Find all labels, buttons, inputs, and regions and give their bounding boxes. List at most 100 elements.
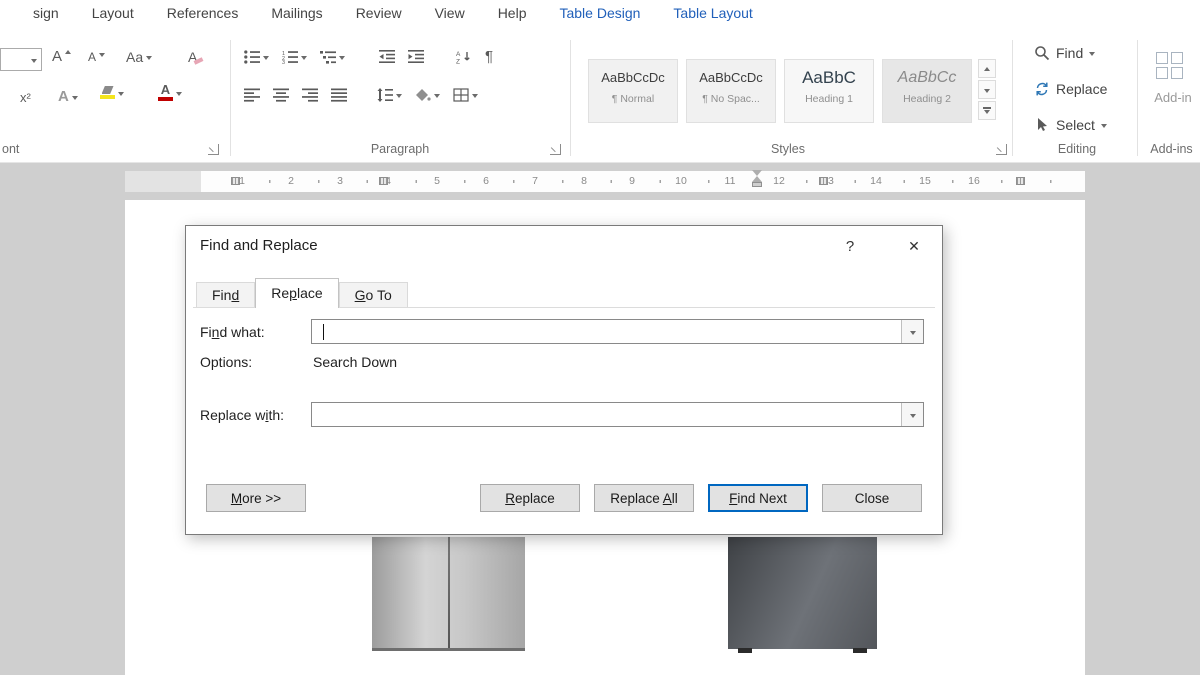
text-effects-button[interactable]: A	[58, 88, 78, 105]
highlight-color-button[interactable]	[100, 86, 124, 99]
more-button[interactable]: More >>	[206, 484, 306, 512]
replace-with-input[interactable]	[314, 404, 894, 425]
style-card-normal[interactable]: AaBbCcDc¶ Normal	[588, 59, 678, 123]
change-case-button[interactable]: Aa	[126, 49, 152, 65]
gallery-scroll-up-button[interactable]	[978, 59, 996, 78]
ruler-number: 11	[725, 175, 736, 187]
font-size-combo[interactable]	[0, 48, 42, 71]
increase-indent-button[interactable]	[408, 50, 424, 64]
label-part: ore >>	[242, 491, 281, 506]
shrink-font-button[interactable]: A	[88, 50, 105, 64]
find-what-combobox	[311, 319, 924, 344]
chevron-down-icon	[72, 96, 78, 100]
word-window: sign Layout References Mailings Review V…	[0, 0, 1200, 675]
style-name: Heading 2	[883, 93, 971, 105]
decrease-indent-button[interactable]	[379, 50, 395, 64]
clear-formatting-button[interactable]: A	[188, 49, 197, 65]
sort-button[interactable]: AZ	[456, 50, 472, 64]
paragraph-row-2	[244, 88, 478, 102]
chevron-down-icon	[910, 331, 916, 335]
paragraph-dialog-launcher[interactable]	[550, 144, 561, 155]
more-bar	[983, 107, 991, 109]
align-right-button[interactable]	[302, 88, 318, 102]
label-part: M	[231, 491, 242, 506]
styles-dialog-launcher[interactable]	[996, 144, 1007, 155]
replace-button-dialog[interactable]: Replace	[480, 484, 580, 512]
table-column-marker[interactable]	[231, 177, 240, 185]
tab-review[interactable]: Review	[356, 5, 402, 21]
left-indent-handle[interactable]	[752, 182, 762, 187]
gallery-scroll-down-button[interactable]	[978, 80, 996, 99]
dialog-help-button[interactable]: ?	[838, 235, 862, 259]
style-preview: AaBbC	[785, 68, 873, 88]
style-card-heading2[interactable]: AaBbCcHeading 2	[882, 59, 972, 123]
highlighter-icon	[100, 86, 115, 99]
document-image-fridge-left[interactable]	[372, 537, 525, 651]
select-button[interactable]: Select	[1034, 117, 1107, 133]
replace-label: Replace	[1056, 81, 1107, 97]
indent-marker[interactable]	[752, 170, 762, 187]
tab-layout[interactable]: Layout	[92, 5, 134, 21]
bullet-list-icon	[244, 50, 260, 64]
tab-references[interactable]: References	[167, 5, 239, 21]
borders-button[interactable]	[453, 88, 478, 102]
table-column-marker[interactable]	[1016, 177, 1025, 185]
replace-with-dropdown-button[interactable]	[901, 403, 923, 426]
highlight-color-bar	[100, 95, 115, 99]
tab-table-layout[interactable]: Table Layout	[673, 5, 752, 21]
add-ins-icon[interactable]	[1156, 52, 1183, 79]
find-button[interactable]: Find	[1034, 45, 1095, 61]
bullets-button[interactable]	[244, 50, 269, 64]
align-center-button[interactable]	[273, 88, 289, 102]
dialog-title[interactable]: Find and Replace	[200, 237, 318, 254]
justify-button[interactable]	[331, 88, 347, 102]
chevron-down-icon	[176, 92, 182, 96]
grid-square	[1156, 67, 1168, 79]
tab-help[interactable]: Help	[498, 5, 527, 21]
dialog-close-icon[interactable]: ✕	[898, 233, 930, 259]
close-button[interactable]: Close	[822, 484, 922, 512]
style-card-no-spacing[interactable]: AaBbCcDc¶ No Spac...	[686, 59, 776, 123]
replace-button[interactable]: Replace	[1034, 81, 1107, 97]
find-next-button[interactable]: Find Next	[708, 484, 808, 512]
font-group-label: ont	[2, 142, 19, 156]
label-part: ind Next	[737, 491, 787, 506]
tab-go-to[interactable]: Go To	[339, 282, 408, 308]
superscript-button[interactable]: x²	[20, 90, 31, 105]
font-color-icon: A	[158, 84, 173, 101]
label-part: p	[289, 285, 297, 301]
find-what-input[interactable]	[314, 321, 894, 342]
table-column-marker[interactable]	[379, 177, 388, 185]
numbering-button[interactable]: 123	[282, 50, 307, 64]
label-part: A	[161, 84, 170, 96]
tab-table-design[interactable]: Table Design	[559, 5, 640, 21]
multilevel-list-button[interactable]	[320, 50, 345, 64]
document-image-fridge-right[interactable]	[728, 537, 877, 649]
font-color-button[interactable]: A	[158, 84, 182, 101]
grow-font-button[interactable]: A	[52, 48, 71, 65]
tab-mailings[interactable]: Mailings	[271, 5, 322, 21]
style-card-heading1[interactable]: AaBbC Heading 1	[784, 59, 874, 123]
tab-design-partial[interactable]: sign	[33, 5, 59, 21]
table-column-marker[interactable]	[819, 177, 828, 185]
dialog-tabs: Find Replace Go To	[196, 278, 408, 308]
show-paragraph-marks-button[interactable]: ¶	[485, 48, 493, 65]
replace-with-label: Replace with:	[200, 407, 284, 423]
align-left-button[interactable]	[244, 88, 260, 102]
tab-find[interactable]: Find	[196, 282, 255, 308]
tab-view[interactable]: View	[435, 5, 465, 21]
tab-replace[interactable]: Replace	[255, 278, 338, 308]
replace-all-button[interactable]: Replace All	[594, 484, 694, 512]
align-center-icon	[273, 88, 289, 102]
align-left-icon	[244, 88, 260, 102]
shading-button[interactable]	[415, 88, 440, 102]
font-dialog-launcher[interactable]	[208, 144, 219, 155]
ruler-number: 15	[919, 175, 931, 187]
line-spacing-button[interactable]	[377, 88, 402, 102]
find-and-replace-dialog: Find and Replace ? ✕ Find Replace Go To …	[185, 225, 943, 535]
find-what-dropdown-button[interactable]	[901, 320, 923, 343]
gallery-more-button[interactable]	[978, 101, 996, 120]
pilcrow-icon: ¶	[485, 48, 493, 65]
ruler-number: 6	[483, 175, 489, 187]
style-name: Heading 1	[785, 93, 873, 105]
